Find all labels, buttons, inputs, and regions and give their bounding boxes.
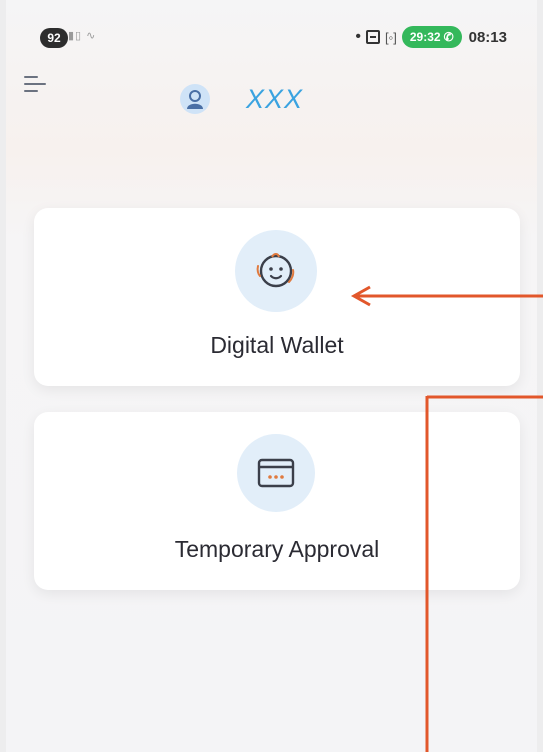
digital-wallet-label: Digital Wallet [210,332,344,358]
card-icon [237,434,315,512]
menu-icon[interactable] [24,72,48,96]
user-name: XXX [246,84,304,114]
temporary-approval-card[interactable]: Temporary Approval [34,412,520,590]
digital-wallet-card[interactable]: Digital Wallet [34,208,520,386]
clock: 08:13 [468,28,507,46]
scan-icon: [◦] [385,29,397,45]
status-right-group: • [◦] 29:32 ✆ 08:13 [355,26,507,48]
notification-badge: 92 [40,28,68,48]
header: XXX [0,60,543,140]
user-avatar-icon[interactable] [180,84,210,114]
signal-icon: ▮▯ ∿ [68,30,97,42]
call-status-pill[interactable]: 29:32 ✆ [401,26,462,48]
status-bar: 92 ▮▯ ∿ • [◦] 29:32 ✆ 08:13 [0,22,543,52]
phone-icon: ✆ [443,30,454,44]
baby-face-icon [235,230,317,312]
dot-icon: • [355,28,362,45]
temporary-approval-label: Temporary Approval [174,536,380,562]
screen-icon [366,30,381,44]
app-screen: 92 ▮▯ ∿ • [◦] 29:32 ✆ 08:13 XXX Digital … [0,0,543,752]
call-timer: 29:32 [409,30,441,44]
